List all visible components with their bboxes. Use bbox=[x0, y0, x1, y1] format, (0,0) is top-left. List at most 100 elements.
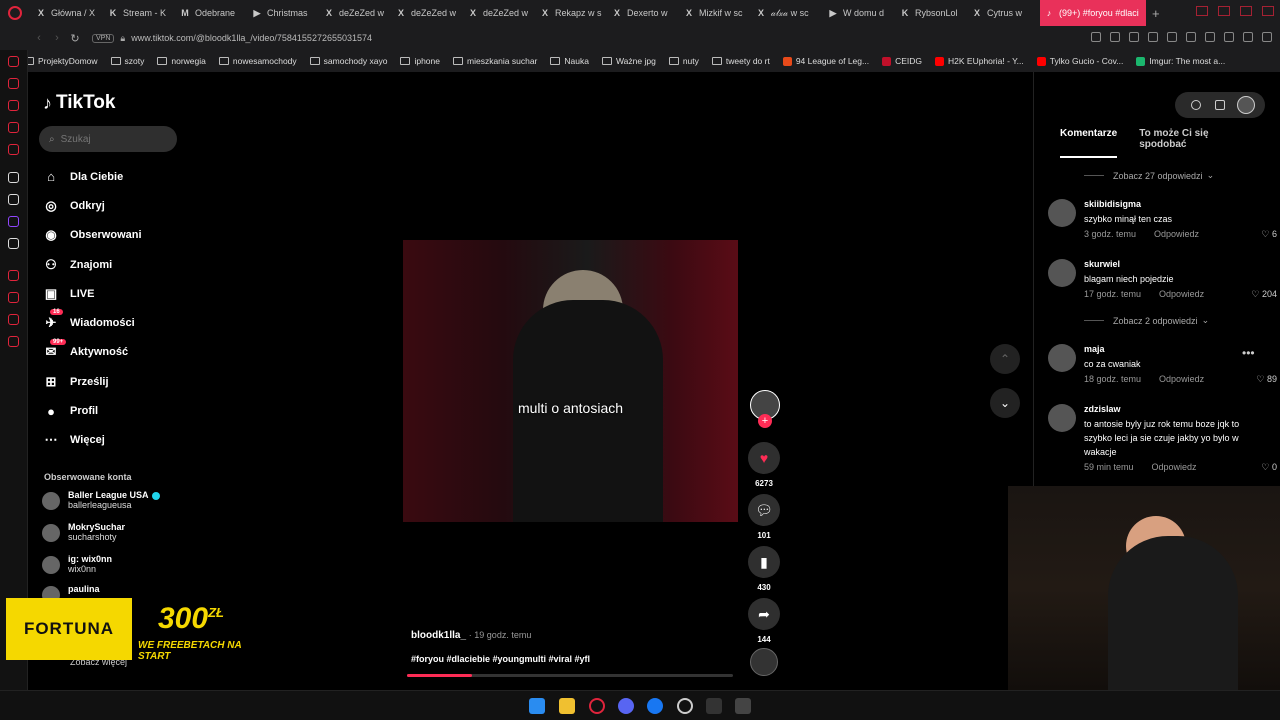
obs-icon[interactable] bbox=[677, 698, 693, 714]
video-author[interactable]: bloodk1lla_ · 19 godz. temu bbox=[411, 630, 531, 641]
like-action[interactable]: ♥ 6273 bbox=[746, 442, 782, 488]
tab-comments[interactable]: Komentarze bbox=[1060, 128, 1118, 158]
commenter-avatar[interactable] bbox=[1048, 344, 1076, 372]
more-options-icon[interactable]: ••• bbox=[1242, 346, 1255, 360]
search-box[interactable]: ⌕ bbox=[39, 126, 177, 152]
sidebar-bag-icon[interactable] bbox=[8, 100, 19, 111]
nav-item-8[interactable]: ● Profil bbox=[42, 396, 182, 425]
bookmark-3[interactable]: nowesamochody bbox=[218, 56, 297, 66]
tab-0[interactable]: X Główna / X bbox=[32, 0, 104, 26]
url-field[interactable]: www.tiktok.com/@bloodk1lla_/video/758415… bbox=[131, 33, 372, 43]
tab-5[interactable]: XdeZeZed w bbox=[392, 0, 464, 26]
bookmark-11[interactable]: 94 League of Leg... bbox=[782, 56, 869, 66]
music-disc-icon[interactable] bbox=[750, 648, 778, 676]
avatar[interactable] bbox=[42, 524, 60, 542]
search-input[interactable] bbox=[60, 133, 161, 145]
share-icon[interactable]: ➦ bbox=[748, 598, 780, 630]
bookmark-save-icon[interactable]: ▮ bbox=[748, 546, 780, 578]
comment-likes[interactable]: ♡ 204 bbox=[1251, 289, 1277, 300]
nav-item-6[interactable]: ✉ 99+ Aktywność bbox=[42, 338, 182, 367]
sidebar-flow-icon[interactable] bbox=[8, 314, 19, 325]
sidebar-home-icon[interactable] bbox=[8, 56, 19, 67]
bookmark-5[interactable]: iphone bbox=[400, 56, 440, 66]
sidebar-settings-icon[interactable] bbox=[8, 336, 19, 347]
sidebar-tiktok-icon[interactable] bbox=[8, 172, 19, 183]
vpn-badge[interactable]: VPN bbox=[92, 33, 115, 43]
minimize-icon[interactable] bbox=[1218, 6, 1230, 16]
tab-6[interactable]: XdeZeZed w bbox=[464, 0, 536, 26]
tab-4[interactable]: XdeZeZed w bbox=[320, 0, 392, 26]
heart-icon[interactable]: ♥ bbox=[748, 442, 780, 474]
sidebar-player-icon[interactable] bbox=[8, 144, 19, 155]
bookmark-icon[interactable] bbox=[1091, 32, 1101, 42]
nav-item-5[interactable]: ✈ 16 Wiadomości bbox=[42, 308, 182, 337]
followed-account[interactable]: MokrySuchar sucharshoty bbox=[42, 522, 125, 542]
sidebar-chatgpt-icon[interactable] bbox=[8, 194, 19, 205]
file-explorer-icon[interactable] bbox=[559, 698, 575, 714]
bookmark-13[interactable]: H2K EUphoria! - Y... bbox=[935, 56, 1024, 66]
opera-taskbar-icon[interactable] bbox=[589, 698, 605, 714]
bookmark-14[interactable]: Tylko Gucio - Cov... bbox=[1036, 56, 1123, 66]
bookmark-10[interactable]: tweety do rt bbox=[711, 56, 770, 66]
nav-item-4[interactable]: ▣ LIVE bbox=[42, 279, 182, 308]
save-action[interactable]: ▮ 430 bbox=[746, 546, 782, 592]
commenter-name[interactable]: maja bbox=[1084, 344, 1105, 354]
commenter-avatar[interactable] bbox=[1048, 199, 1076, 227]
sidebar-twitch-icon[interactable] bbox=[8, 216, 19, 227]
comment-likes[interactable]: ♡ 89 bbox=[1256, 374, 1277, 385]
reply-button[interactable]: Odpowiedz bbox=[1159, 289, 1204, 299]
tab-13[interactable]: X Cytrus w bbox=[968, 0, 1040, 26]
commenter-name[interactable]: skurwiel bbox=[1084, 259, 1120, 269]
app-icon[interactable] bbox=[735, 698, 751, 714]
nav-item-0[interactable]: ⌂ Dla Ciebie bbox=[42, 162, 182, 191]
windows-start-icon[interactable] bbox=[529, 698, 545, 714]
commenter-avatar[interactable] bbox=[1048, 259, 1076, 287]
bookmark-1[interactable]: szoty bbox=[110, 56, 144, 66]
snapshot-icon[interactable] bbox=[1110, 32, 1120, 42]
new-tab-icon[interactable]: + bbox=[1152, 6, 1160, 21]
followed-account[interactable]: Baller League USA ballerleagueusa bbox=[42, 490, 160, 510]
nav-item-3[interactable]: ⚇ Znajomi bbox=[42, 250, 182, 279]
avatar[interactable] bbox=[42, 492, 60, 510]
comment-action[interactable]: 💬︎ 101 bbox=[746, 494, 782, 540]
bookmark-4[interactable]: samochody xayo bbox=[309, 56, 387, 66]
tab-3[interactable]: ▶ Christmas bbox=[248, 0, 320, 26]
view-replies-2[interactable]: Zobacz 2 odpowiedzi ⌄ bbox=[1084, 315, 1209, 326]
back-icon[interactable]: ‹ bbox=[30, 32, 48, 44]
sidebar-history-icon[interactable] bbox=[8, 270, 19, 281]
opera-logo-icon[interactable] bbox=[8, 6, 22, 20]
adblock-icon[interactable] bbox=[1129, 32, 1139, 42]
tab-1[interactable]: K Stream - K bbox=[104, 0, 176, 26]
share-action[interactable]: ➦ 144 bbox=[746, 598, 782, 644]
commenter-name[interactable]: skiibidisigma bbox=[1084, 199, 1141, 209]
close-icon[interactable] bbox=[1262, 6, 1274, 16]
heart-icon[interactable] bbox=[1186, 32, 1196, 42]
tab-8[interactable]: X Dexerto w bbox=[608, 0, 680, 26]
search-tabs-icon[interactable] bbox=[1196, 6, 1208, 16]
reload-icon[interactable]: ↻ bbox=[66, 32, 84, 45]
sidebar-messenger-icon[interactable] bbox=[8, 122, 19, 133]
view-replies-1[interactable]: Zobacz 27 odpowiedzi ⌄ bbox=[1084, 170, 1214, 181]
play-icon[interactable] bbox=[1167, 32, 1177, 42]
bookmark-7[interactable]: Nauka bbox=[550, 56, 589, 66]
maximize-icon[interactable] bbox=[1240, 6, 1252, 16]
nav-item-2[interactable]: ◉ Obserwowani bbox=[42, 221, 182, 250]
download-icon[interactable] bbox=[1243, 32, 1253, 42]
tab-related[interactable]: To może Ci się spodobać bbox=[1139, 128, 1258, 158]
follow-plus-icon[interactable]: + bbox=[758, 414, 772, 428]
compass-icon[interactable] bbox=[1191, 100, 1201, 110]
avatar[interactable] bbox=[42, 556, 60, 574]
discord-icon[interactable] bbox=[618, 698, 634, 714]
bookmark-15[interactable]: Imgur: The most a... bbox=[1136, 56, 1225, 66]
bookmark-9[interactable]: nuty bbox=[668, 56, 699, 66]
video-player[interactable]: multi o antosiach bbox=[403, 240, 738, 522]
commenter-name[interactable]: zdzislaw bbox=[1084, 404, 1121, 414]
reply-button[interactable]: Odpowiedz bbox=[1154, 229, 1199, 239]
comment-icon[interactable]: 💬︎ bbox=[748, 494, 780, 526]
tab-active[interactable]: ♪ (99+) #foryou #dlaci bbox=[1040, 0, 1146, 26]
tab-11[interactable]: ▶ W domu d bbox=[824, 0, 896, 26]
cube-icon[interactable] bbox=[1205, 32, 1215, 42]
video-progress-bar[interactable] bbox=[407, 674, 733, 677]
video-hashtags[interactable]: #foryou #dlaciebie #youngmulti #viral #y… bbox=[411, 654, 590, 664]
device-icon[interactable] bbox=[1215, 100, 1225, 110]
